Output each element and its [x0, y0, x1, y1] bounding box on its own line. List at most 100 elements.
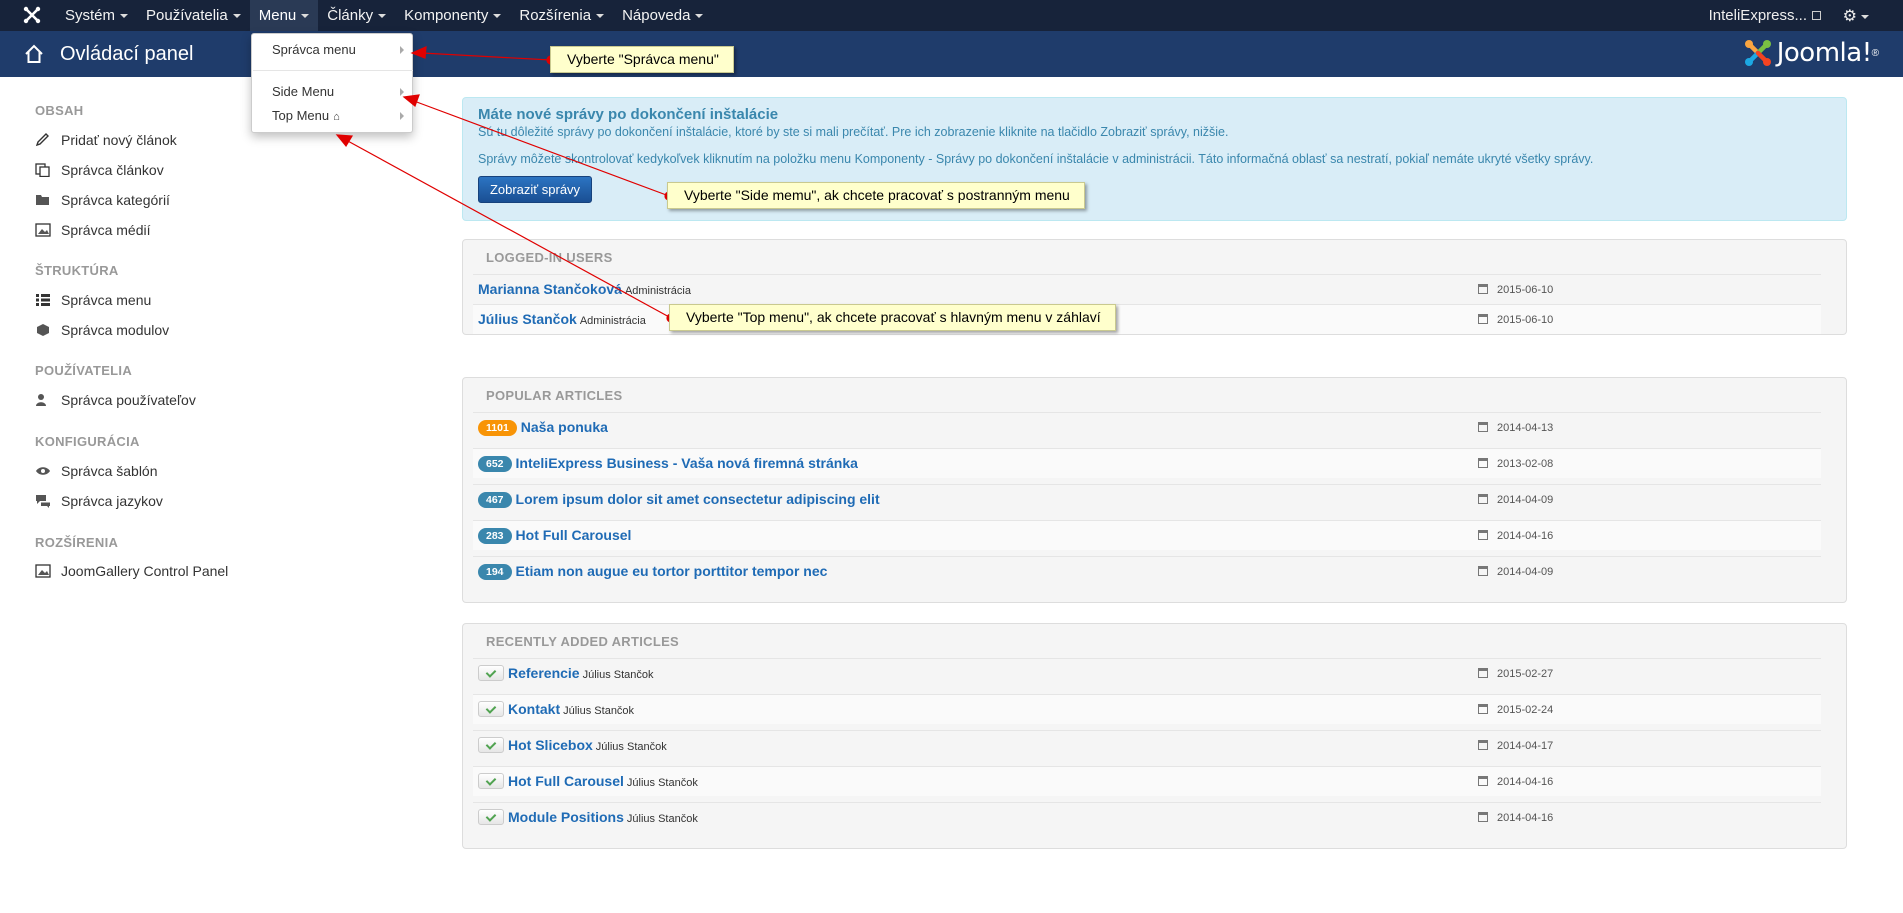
brand-name: Joomla! [1776, 38, 1872, 68]
hits-badge: 1101 [478, 420, 517, 436]
callout-side-menu: Vyberte "Side memu", ak chcete pracovať … [667, 182, 1085, 209]
sidebar-item-article-manager[interactable]: Správca článkov [35, 162, 164, 178]
menu-system[interactable]: Systém [56, 0, 137, 31]
user-role: Administrácia [624, 285, 691, 297]
hits-badge: 467 [478, 492, 512, 508]
row-date: 2014-04-09 [1478, 494, 1553, 506]
sidebar-section-users: POUŽÍVATELIA [35, 363, 133, 378]
table-row: Hot Slicebox Július Stančok 2014-04-17 [473, 730, 1821, 760]
hits-badge: 194 [478, 564, 512, 580]
date-text: 2014-04-13 [1497, 422, 1554, 434]
row-lead: 467 Lorem ipsum dolor sit amet consectetu… [478, 491, 880, 508]
row-date: 2015-02-24 [1478, 704, 1553, 716]
article-link[interactable]: Hot Full Carousel [516, 527, 632, 543]
dropdown-item-menu-manager[interactable]: Správca menu [252, 39, 414, 61]
home-icon [25, 44, 43, 63]
sidebar-item-add-article[interactable]: Pridať nový článok [35, 132, 177, 148]
sidebar-item-user-manager[interactable]: Správca používateľov [35, 392, 196, 408]
sidebar-item-template-manager[interactable]: Správca šablón [35, 463, 158, 479]
row-date: 2013-02-08 [1478, 458, 1553, 470]
chevron-right-icon [400, 88, 404, 96]
sidebar-item-module-manager[interactable]: Správca modulov [35, 322, 169, 338]
sidebar-item-label: Správca jazykov [61, 493, 163, 509]
article-link[interactable]: Referencie [508, 665, 580, 681]
hits-badge: 283 [478, 528, 512, 544]
article-link[interactable]: Hot Full Carousel [508, 773, 624, 789]
table-row: Marianna Stančoková Administrácia 2015-06… [473, 274, 1821, 304]
sidebar-item-language-manager[interactable]: Správca jazykov [35, 493, 163, 509]
calendar-icon [1478, 812, 1488, 822]
date-text: 2014-04-16 [1497, 812, 1554, 824]
published-check-icon[interactable] [478, 809, 504, 825]
table-row: 652 InteliExpress Business - Vaša nová fi… [473, 448, 1821, 478]
site-link[interactable]: InteliExpress... [1709, 0, 1821, 31]
published-check-icon[interactable] [478, 737, 504, 753]
sidebar-section-configuration: KONFIGURÁCIA [35, 434, 140, 449]
joomla-logo-icon[interactable] [22, 5, 42, 25]
menu-menus-label: Menu [258, 7, 297, 24]
row-date: 2014-04-17 [1478, 740, 1553, 752]
menu-users-label: Používatelia [146, 7, 228, 24]
alert-text: Sú tu dôležité správy po dokončení inšta… [478, 125, 1229, 139]
sidebar-item-media-manager[interactable]: Správca médií [35, 222, 150, 238]
menu-help[interactable]: Nápoveda [613, 0, 712, 31]
article-link[interactable]: Module Positions [508, 809, 624, 825]
alert-title: Máte nové správy po dokončení inštalácie [478, 106, 779, 123]
published-check-icon[interactable] [478, 665, 504, 681]
home-icon: ⌂ [333, 111, 340, 123]
user-link[interactable]: Július Stančok [478, 311, 577, 327]
article-author: Július Stančok [582, 669, 654, 681]
article-link[interactable]: Etiam non augue eu tortor porttitor temp… [516, 563, 828, 579]
row-date: 2015-06-10 [1478, 284, 1553, 296]
date-text: 2014-04-09 [1497, 494, 1554, 506]
published-check-icon[interactable] [478, 773, 504, 789]
row-lead: Július Stančok Administrácia [478, 311, 646, 327]
brand-registered: ® [1871, 47, 1879, 59]
calendar-icon [1478, 566, 1488, 576]
calendar-icon [1478, 530, 1488, 540]
article-link[interactable]: InteliExpress Business - Vaša nová firem… [516, 455, 858, 471]
settings-menu[interactable]: ⚙ [1843, 6, 1869, 26]
table-row: Module Positions Július Stančok 2014-04-1… [473, 802, 1821, 832]
row-date: 2014-04-09 [1478, 566, 1553, 578]
menu-components[interactable]: Komponenty [395, 0, 510, 31]
sidebar-section-content: OBSAH [35, 103, 84, 118]
sidebar-item-category-manager[interactable]: Správca kategórií [35, 192, 170, 208]
caret-down-icon [695, 14, 704, 19]
chevron-right-icon [400, 112, 404, 120]
menu-users[interactable]: Používatelia [137, 0, 250, 31]
user-link[interactable]: Marianna Stančoková [478, 281, 622, 297]
row-date: 2015-06-10 [1478, 314, 1553, 326]
date-text: 2014-04-16 [1497, 776, 1554, 788]
dropdown-item-top-menu[interactable]: Top Menu ⌂ [252, 105, 414, 127]
row-lead: 194 Etiam non augue eu tortor porttitor t… [478, 563, 827, 580]
date-text: 2015-02-27 [1497, 668, 1554, 680]
menu-articles[interactable]: Články [318, 0, 395, 31]
show-messages-button[interactable]: Zobraziť správy [478, 176, 592, 203]
table-row: Kontakt Július Stančok 2015-02-24 [473, 694, 1821, 724]
article-link[interactable]: Kontakt [508, 701, 560, 717]
callout-top-menu: Vyberte "Top menu", ak chcete pracovať s… [669, 304, 1116, 331]
row-lead: Kontakt Július Stančok [478, 701, 634, 717]
joomla-brand: Joomla! ® [1743, 35, 1879, 71]
copy-icon [35, 163, 50, 177]
dropdown-item-label: Top Menu [272, 108, 330, 123]
image-icon [35, 223, 51, 237]
caret-down-icon [120, 14, 129, 19]
article-link[interactable]: Lorem ipsum dolor sit amet consectetur a… [516, 491, 880, 507]
sidebar-item-menu-manager[interactable]: Správca menu [35, 292, 151, 308]
calendar-icon [1478, 740, 1488, 750]
list-icon [36, 294, 50, 306]
popular-articles-panel: POPULAR ARTICLES 1101 Naša ponuka 2014-04… [462, 377, 1847, 603]
panel-title: POPULAR ARTICLES [486, 388, 623, 403]
user-role: Administrácia [579, 315, 646, 327]
menu-menus[interactable]: Menu [249, 0, 319, 31]
sidebar-item-joomgallery[interactable]: JoomGallery Control Panel [35, 563, 228, 579]
menu-extensions[interactable]: Rozšírenia [510, 0, 613, 31]
calendar-icon [1478, 422, 1488, 432]
article-link[interactable]: Hot Slicebox [508, 737, 593, 753]
calendar-icon [1478, 284, 1488, 294]
dropdown-item-side-menu[interactable]: Side Menu [252, 81, 414, 103]
article-link[interactable]: Naša ponuka [521, 419, 608, 435]
published-check-icon[interactable] [478, 701, 504, 717]
